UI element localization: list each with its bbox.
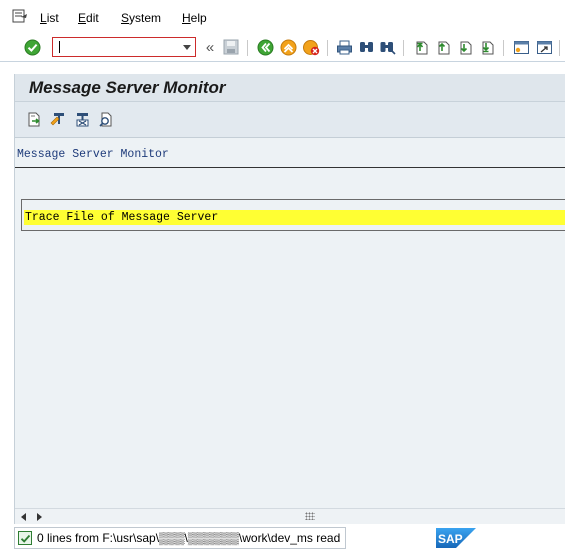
menu-entry-icon[interactable]: [12, 9, 28, 23]
standard-toolbar: «: [0, 34, 565, 62]
text-cursor: [59, 41, 60, 53]
menu-system[interactable]: System: [121, 11, 161, 25]
list-heading: Message Server Monitor: [17, 148, 169, 161]
horizontal-scrollbar[interactable]: [15, 508, 565, 524]
menu-edit[interactable]: Edit: [78, 11, 99, 25]
delete-icon[interactable]: [73, 110, 91, 128]
sap-logo: SAP: [436, 528, 476, 548]
next-page-icon[interactable]: [456, 38, 474, 56]
display-icon[interactable]: [97, 110, 115, 128]
find-icon[interactable]: [357, 38, 375, 56]
status-message: 0 lines from F:\usr\sap\▒▒▒\▒▒▒▒▒▒\work\…: [37, 531, 341, 545]
cancel-icon[interactable]: [302, 38, 320, 56]
list-frame: Trace File of Message Server: [21, 199, 565, 231]
scroll-left-icon[interactable]: [21, 513, 26, 521]
collapse-command-icon[interactable]: «: [201, 38, 219, 56]
exit-icon[interactable]: [279, 38, 297, 56]
status-bar: 0 lines from F:\usr\sap\▒▒▒\▒▒▒▒▒▒\work\…: [0, 524, 565, 554]
page-title: Message Server Monitor: [29, 78, 226, 97]
main-panel: Message Server Monitor Message Server Mo…: [14, 74, 565, 524]
create-session-icon[interactable]: [512, 38, 530, 56]
find-next-icon[interactable]: [378, 38, 396, 56]
refresh-icon[interactable]: [25, 110, 43, 128]
print-icon[interactable]: [335, 38, 353, 56]
menu-help[interactable]: Help: [182, 11, 207, 25]
shortcut-icon[interactable]: [535, 38, 553, 56]
list-output: Message Server Monitor Trace File of Mes…: [15, 138, 565, 508]
menu-list[interactable]: List: [40, 11, 59, 25]
svg-text:SAP: SAP: [438, 532, 463, 546]
last-page-icon[interactable]: [478, 38, 496, 56]
command-input[interactable]: [53, 38, 173, 56]
menu-bar: List Edit System Help: [0, 0, 565, 34]
resize-grip-icon[interactable]: [305, 512, 315, 520]
list-item-text[interactable]: Trace File of Message Server: [25, 210, 218, 225]
enter-icon[interactable]: [23, 38, 41, 56]
success-check-icon: [18, 531, 32, 545]
application-toolbar: [15, 102, 565, 138]
scroll-right-icon[interactable]: [37, 513, 42, 521]
title-bar: Message Server Monitor: [15, 74, 565, 102]
edit-icon[interactable]: [49, 110, 67, 128]
back-icon[interactable]: [256, 38, 274, 56]
save-icon[interactable]: [222, 38, 240, 56]
command-field[interactable]: [52, 37, 196, 57]
first-page-icon[interactable]: [412, 38, 430, 56]
heading-divider: [15, 167, 565, 168]
chevron-down-icon[interactable]: [183, 45, 191, 50]
list-item[interactable]: Trace File of Message Server: [24, 210, 565, 225]
previous-page-icon[interactable]: [434, 38, 452, 56]
